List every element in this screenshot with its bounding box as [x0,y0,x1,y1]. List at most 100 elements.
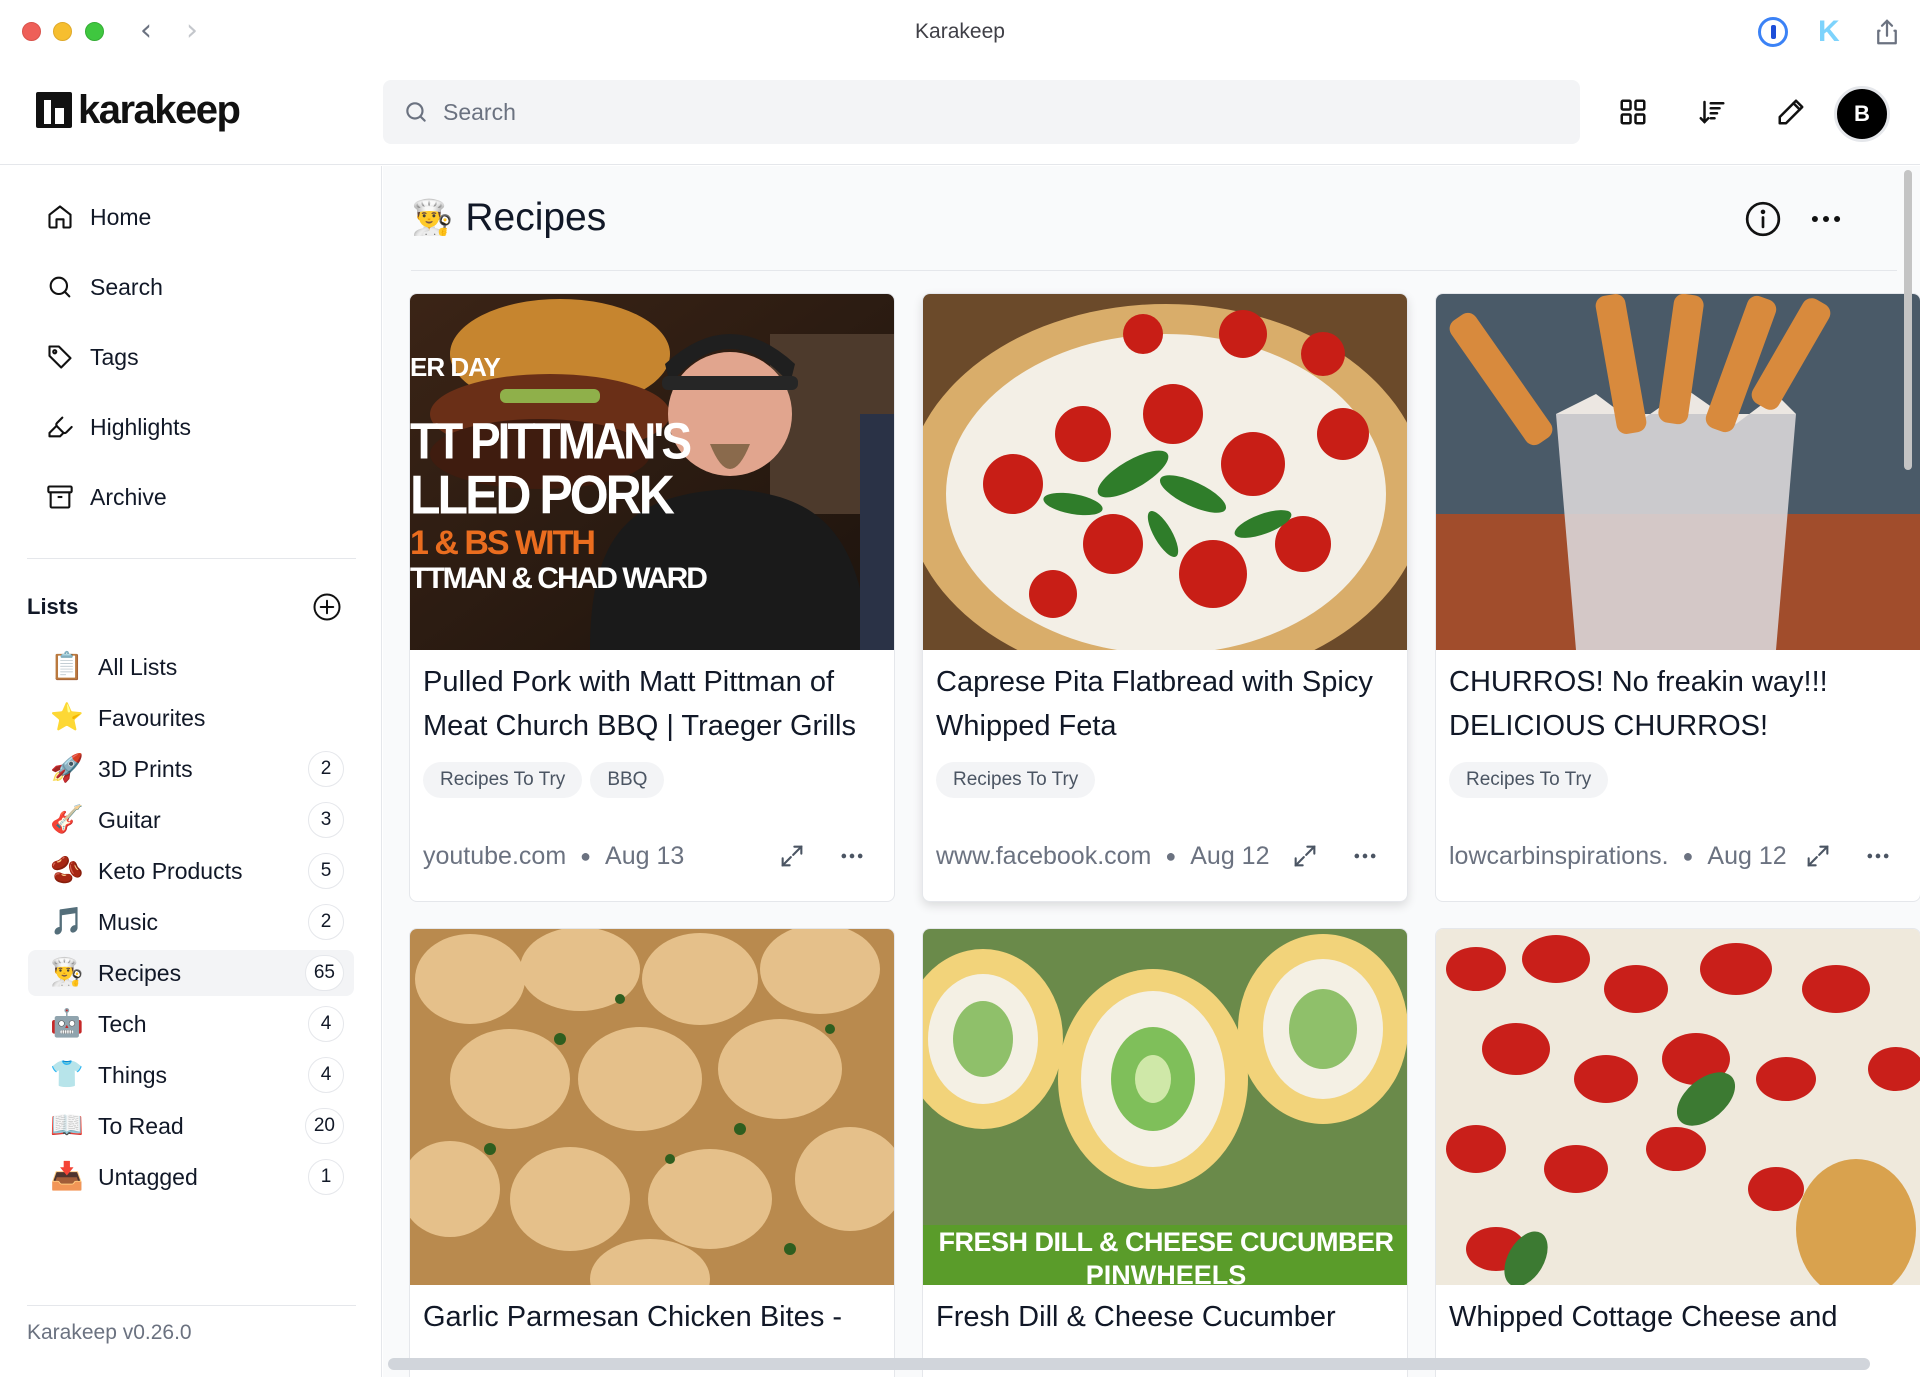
bookmark-source[interactable]: www.facebook.com [936,842,1151,871]
rocket-icon: 🚀 [50,753,84,784]
bookmark-title[interactable]: Whipped Cottage Cheese and [1449,1295,1908,1339]
list-item-keto-products[interactable]: 🫘 Keto Products 5 [28,848,354,894]
tag-badge[interactable]: Recipes To Try [423,762,583,798]
user-avatar[interactable]: B [1834,86,1890,142]
separator-dot: ● [1165,845,1177,866]
list-count-badge: 2 [308,904,344,940]
bookmark-thumbnail[interactable]: ER DAY TT PITTMAN'S LLED PORK 1 & BS WIT… [410,294,894,650]
bookmark-title[interactable]: Caprese Pita Flatbread with Spicy Whippe… [936,660,1395,748]
vertical-scrollbar[interactable] [1901,170,1915,470]
tag-badge[interactable]: BBQ [590,762,665,798]
bookmark-source[interactable]: lowcarbinspirations. [1449,842,1669,871]
karakeep-extension-icon[interactable]: K [1818,17,1848,47]
list-item-guitar[interactable]: 🎸 Guitar 3 [28,797,354,843]
list-info-button[interactable] [1744,200,1782,238]
music-note-icon: 🎵 [50,906,84,937]
bookmark-title[interactable]: Garlic Parmesan Chicken Bites - [423,1295,882,1339]
sidebar-item-label: Highlights [90,413,191,440]
bookmark-card[interactable]: ER DAY TT PITTMAN'S LLED PORK 1 & BS WIT… [409,293,895,902]
sidebar-item-label: Tags [90,343,139,370]
bookmark-card[interactable]: Garlic Parmesan Chicken Bites - [409,928,895,1377]
sidebar-item-search[interactable]: Search [46,265,163,309]
bookmark-thumbnail[interactable] [1436,294,1920,650]
bookmark-tags: Recipes To Try [1449,762,1609,798]
list-item-label: Untagged [98,1163,198,1190]
list-item-things[interactable]: 👕 Things 4 [28,1052,354,1098]
bookmark-footer: youtube.com ● Aug 13 [423,838,882,874]
sidebar-footer-divider [27,1305,356,1306]
list-item-recipes[interactable]: 👨‍🍳 Recipes 65 [28,950,354,996]
list-more-options-button[interactable] [1807,200,1845,238]
add-list-button[interactable] [312,592,342,622]
list-item-all-lists[interactable]: 📋 All Lists [28,644,354,690]
tag-badge[interactable]: Recipes To Try [1449,762,1609,798]
app-header: karakeep B [0,64,1920,165]
bookmark-title[interactable]: Fresh Dill & Cheese Cucumber [936,1295,1395,1339]
sidebar-item-tags[interactable]: Tags [46,335,139,379]
open-book-icon: 📖 [50,1110,84,1141]
thumbnail-overlay-text: FRESH DILL & CHEESE CUCUMBER PINWHEELS [938,1227,1394,1286]
lists-heading: Lists [27,594,79,619]
bookmark-thumbnail[interactable] [923,294,1407,650]
list-item-label: Tech [98,1010,147,1037]
sidebar-item-archive[interactable]: Archive [46,475,167,519]
tag-badge[interactable]: Recipes To Try [936,762,1096,798]
bookmark-options-button[interactable] [1862,842,1894,870]
list-item-music[interactable]: 🎵 Music 2 [28,899,354,945]
main-content: 👨‍🍳 Recipes [383,166,1920,1377]
grid-icon [1620,99,1646,125]
sidebar-item-label: Search [90,273,163,300]
bookmark-title[interactable]: CHURROS! No freakin way!!! DELICIOUS CHU… [1449,660,1908,748]
list-item-label: To Read [98,1112,184,1139]
grid-view-button[interactable] [1609,88,1657,136]
bookmark-date: Aug 13 [605,841,685,870]
search-input[interactable] [443,98,1543,126]
list-item-label: All Lists [98,653,178,680]
expand-button[interactable] [778,842,806,870]
list-item-untagged[interactable]: 📥 Untagged 1 [28,1154,354,1200]
pencil-icon [1778,99,1804,125]
bookmark-tags: Recipes To Try BBQ [423,762,665,798]
bookmark-date: Aug 12 [1707,841,1787,870]
list-item-favourites[interactable]: ⭐ Favourites [28,695,354,741]
bookmark-thumbnail[interactable]: FRESH DILL & CHEESE CUCUMBER PINWHEELS [923,929,1407,1285]
search-bar[interactable] [383,80,1580,144]
bookmark-options-button[interactable] [836,842,868,870]
bookmark-card[interactable]: Caprese Pita Flatbread with Spicy Whippe… [922,293,1408,902]
bookmark-card[interactable]: CHURROS! No freakin way!!! DELICIOUS CHU… [1435,293,1920,902]
list-count-badge: 3 [308,802,344,838]
list-count-badge: 2 [308,751,344,787]
list-count-badge: 5 [308,853,344,889]
list-item-label: Keto Products [98,857,243,884]
bookmark-card[interactable]: FRESH DILL & CHEESE CUCUMBER PINWHEELS F… [922,928,1408,1377]
karakeep-logo[interactable]: karakeep [36,90,241,130]
more-horizontal-icon [1811,215,1841,223]
bookmark-thumbnail[interactable] [1436,929,1920,1285]
highlighter-icon [48,416,73,438]
edit-button[interactable] [1767,88,1815,136]
sidebar-item-home[interactable]: Home [46,195,151,239]
bookmark-options-button[interactable] [1349,842,1381,870]
list-item-tech[interactable]: 🤖 Tech 4 [28,1001,354,1047]
search-icon [406,102,426,122]
bookmark-card[interactable]: Whipped Cottage Cheese and [1435,928,1920,1377]
list-item-to-read[interactable]: 📖 To Read 20 [28,1103,354,1149]
bookmark-source[interactable]: youtube.com [423,842,566,871]
list-item-3d-prints[interactable]: 🚀 3D Prints 2 [28,746,354,792]
password-manager-extension-icon[interactable] [1758,17,1788,47]
share-icon[interactable] [1872,17,1902,47]
info-icon [1745,201,1781,237]
title-divider [411,270,1897,271]
expand-button[interactable] [1804,842,1832,870]
expand-button[interactable] [1291,842,1319,870]
search-icon [49,276,71,298]
horizontal-scrollbar[interactable] [388,1358,1870,1370]
list-item-label: Guitar [98,806,161,833]
bookmark-thumbnail[interactable] [410,929,894,1285]
sidebar-item-highlights[interactable]: Highlights [46,405,191,449]
vertical-scroll-thumb[interactable] [1904,170,1912,470]
bookmark-title[interactable]: Pulled Pork with Matt Pittman of Meat Ch… [423,660,882,748]
more-horizontal-icon [1867,853,1889,859]
page-title-text: Recipes [465,196,607,239]
sort-button[interactable] [1688,88,1736,136]
